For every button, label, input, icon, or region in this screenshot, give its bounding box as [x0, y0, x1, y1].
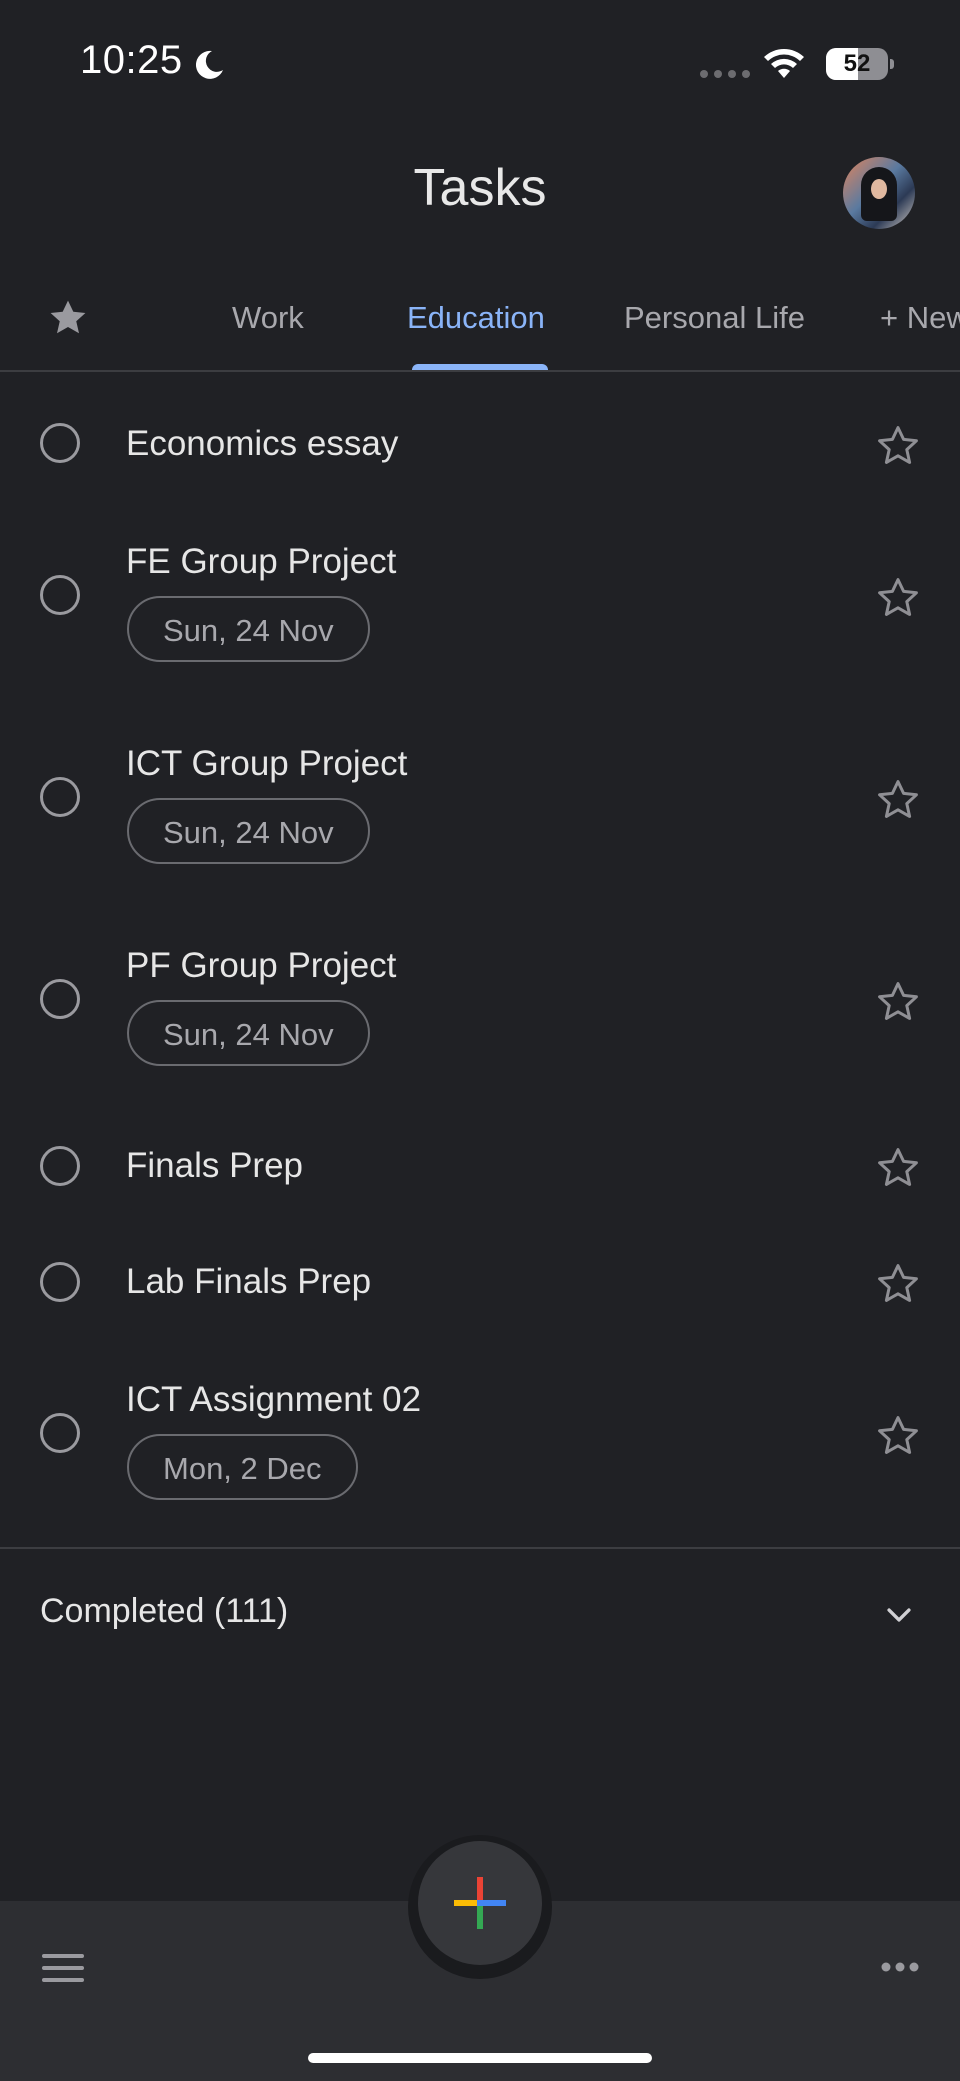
tab-education[interactable]: Education	[407, 300, 545, 336]
task-item[interactable]: PF Group Project Sun, 24 Nov	[0, 936, 960, 1086]
page-title: Tasks	[413, 159, 547, 217]
home-indicator	[308, 2053, 652, 2063]
task-checkbox[interactable]	[40, 1413, 80, 1453]
cellular-signal-icon	[700, 70, 750, 78]
task-item[interactable]: ICT Group Project Sun, 24 Nov	[0, 734, 960, 884]
task-title: ICT Group Project	[126, 744, 408, 783]
task-title: ICT Assignment 02	[126, 1380, 422, 1419]
star-icon[interactable]	[874, 1412, 922, 1460]
more-icon[interactable]	[880, 1952, 920, 1982]
star-icon[interactable]	[874, 978, 922, 1026]
due-date-chip[interactable]: Sun, 24 Nov	[127, 798, 370, 864]
task-checkbox[interactable]	[40, 575, 80, 615]
active-tab-indicator	[412, 364, 548, 370]
plus-icon	[454, 1877, 506, 1929]
avatar[interactable]	[843, 157, 915, 229]
tab-personal-life[interactable]: Personal Life	[624, 300, 805, 336]
completed-section-toggle[interactable]: Completed (111)	[40, 1592, 288, 1631]
due-date-chip[interactable]: Sun, 24 Nov	[127, 1000, 370, 1066]
status-time: 10:25	[80, 38, 183, 82]
divider	[0, 1547, 960, 1549]
star-icon[interactable]	[874, 776, 922, 824]
add-task-button[interactable]	[418, 1841, 542, 1965]
task-item[interactable]: Finals Prep	[0, 1122, 960, 1212]
task-item[interactable]: ICT Assignment 02 Mon, 2 Dec	[0, 1370, 960, 1520]
task-item[interactable]: FE Group Project Sun, 24 Nov	[0, 532, 960, 682]
task-title: Lab Finals Prep	[126, 1262, 372, 1301]
wifi-icon	[764, 49, 804, 78]
starred-tab-star-icon[interactable]	[46, 296, 90, 340]
task-item[interactable]: Economics essay	[0, 400, 960, 490]
star-icon[interactable]	[874, 422, 922, 470]
star-icon[interactable]	[874, 574, 922, 622]
task-checkbox[interactable]	[40, 423, 80, 463]
star-icon[interactable]	[874, 1144, 922, 1192]
task-title: Finals Prep	[126, 1146, 304, 1185]
moon-icon	[195, 50, 223, 79]
task-checkbox[interactable]	[40, 979, 80, 1019]
task-title: PF Group Project	[126, 946, 397, 985]
task-title: FE Group Project	[126, 542, 397, 581]
task-title: Economics essay	[126, 424, 399, 463]
task-checkbox[interactable]	[40, 1146, 80, 1186]
due-date-chip[interactable]: Mon, 2 Dec	[127, 1434, 358, 1500]
chevron-down-icon[interactable]	[882, 1598, 916, 1632]
star-icon[interactable]	[874, 1260, 922, 1308]
task-item[interactable]: Lab Finals Prep	[0, 1238, 960, 1328]
task-checkbox[interactable]	[40, 1262, 80, 1302]
list-tabs: Work Education Personal Life + New list	[0, 280, 960, 372]
tab-work[interactable]: Work	[232, 300, 304, 336]
due-date-chip[interactable]: Sun, 24 Nov	[127, 596, 370, 662]
status-bar: 10:25 52	[0, 0, 960, 130]
menu-icon[interactable]	[42, 1950, 84, 1986]
battery-icon: 52	[826, 48, 894, 80]
battery-percentage: 52	[843, 50, 871, 77]
task-checkbox[interactable]	[40, 777, 80, 817]
tab-new-list[interactable]: + New list	[880, 300, 960, 336]
